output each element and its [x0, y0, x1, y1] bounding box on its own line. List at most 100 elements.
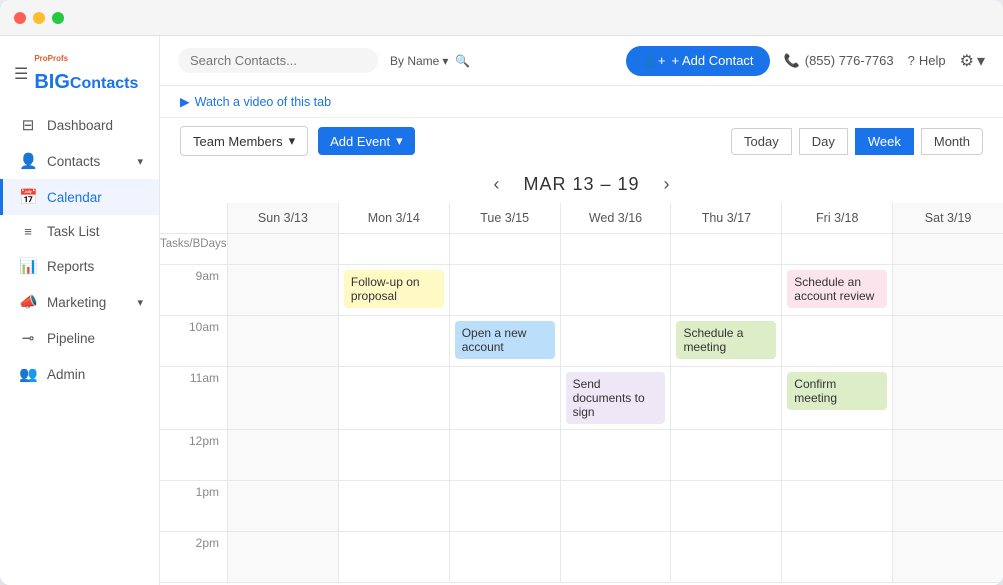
by-name-dropdown[interactable]: By Name ▾ 🔍 — [390, 54, 470, 68]
next-week-button[interactable]: › — [656, 172, 678, 197]
day-header-mon: Mon 3/14 — [339, 203, 450, 233]
search-container — [178, 48, 378, 73]
cell-mon-11am[interactable] — [339, 367, 450, 429]
cell-sun-1pm[interactable] — [228, 481, 339, 531]
cell-thu-9am[interactable] — [671, 265, 782, 315]
cell-sat-11am[interactable] — [893, 367, 1003, 429]
cell-thu-2pm[interactable] — [671, 532, 782, 582]
sidebar-item-marketing[interactable]: 📣 Marketing ▾ — [0, 284, 159, 320]
sidebar-item-reports[interactable]: 📊 Reports — [0, 248, 159, 284]
month-button[interactable]: Month — [921, 128, 983, 155]
cell-fri-12pm[interactable] — [782, 430, 893, 480]
time-label-9am: 9am — [160, 265, 228, 315]
phone-number: (855) 776-7763 — [805, 53, 894, 68]
cell-wed-12pm[interactable] — [561, 430, 672, 480]
cell-sat-1pm[interactable] — [893, 481, 1003, 531]
cell-fri-11am[interactable]: Confirm meeting — [782, 367, 893, 429]
day-header-fri: Fri 3/18 — [782, 203, 893, 233]
week-button[interactable]: Week — [855, 128, 914, 155]
sidebar-item-calendar[interactable]: 📅 Calendar — [0, 179, 159, 215]
cell-sun-2pm[interactable] — [228, 532, 339, 582]
phone-link[interactable]: 📞 (855) 776-7763 — [784, 53, 894, 69]
cell-sun-10am[interactable] — [228, 316, 339, 366]
time-label-12pm: 12pm — [160, 430, 228, 480]
event-send-docs[interactable]: Send documents to sign — [566, 372, 666, 424]
toolbar-left: Team Members ▾ Add Event ▾ — [180, 126, 415, 156]
cell-mon-2pm[interactable] — [339, 532, 450, 582]
cell-wed-10am[interactable] — [561, 316, 672, 366]
cell-tue-1pm[interactable] — [450, 481, 561, 531]
cell-sun-11am[interactable] — [228, 367, 339, 429]
cell-sun-9am[interactable] — [228, 265, 339, 315]
cell-fri-10am[interactable] — [782, 316, 893, 366]
help-button[interactable]: ? Help — [908, 53, 946, 68]
phone-icon: 📞 — [784, 53, 800, 69]
day-button[interactable]: Day — [799, 128, 848, 155]
add-contact-button[interactable]: 👤+ + Add Contact — [626, 46, 770, 76]
cell-fri-1pm[interactable] — [782, 481, 893, 531]
cell-mon-10am[interactable] — [339, 316, 450, 366]
cell-fri-9am[interactable]: Schedule an account review — [782, 265, 893, 315]
event-followup[interactable]: Follow-up on proposal — [344, 270, 444, 308]
by-name-label: By Name — [390, 54, 439, 68]
close-dot[interactable] — [14, 12, 26, 24]
sidebar-item-contacts[interactable]: 👤 Contacts ▾ — [0, 143, 159, 179]
gear-icon: ⚙ — [960, 51, 974, 71]
add-event-button[interactable]: Add Event ▾ — [318, 127, 415, 155]
time-label-10am: 10am — [160, 316, 228, 366]
sidebar-item-pipeline[interactable]: ⊸ Pipeline — [0, 320, 159, 356]
cell-tue-11am[interactable] — [450, 367, 561, 429]
week-title-row: ‹ MAR 13 – 19 › — [160, 164, 1003, 203]
cell-sun-12pm[interactable] — [228, 430, 339, 480]
event-open-account[interactable]: Open a new account — [455, 321, 555, 359]
cell-tue-12pm[interactable] — [450, 430, 561, 480]
day-header-tue: Tue 3/15 — [450, 203, 561, 233]
cell-tue-9am[interactable] — [450, 265, 561, 315]
dashboard-icon: ⊟ — [19, 116, 37, 134]
day-header-sat: Sat 3/19 — [893, 203, 1003, 233]
team-members-button[interactable]: Team Members ▾ — [180, 126, 308, 156]
cell-wed-1pm[interactable] — [561, 481, 672, 531]
event-account-review[interactable]: Schedule an account review — [787, 270, 887, 308]
cell-sat-10am[interactable] — [893, 316, 1003, 366]
cell-wed-9am[interactable] — [561, 265, 672, 315]
hamburger-icon[interactable]: ☰ — [14, 64, 28, 84]
cell-thu-1pm[interactable] — [671, 481, 782, 531]
contacts-icon: 👤 — [19, 152, 37, 170]
search-icon[interactable]: 🔍 — [455, 54, 470, 68]
search-input[interactable] — [190, 53, 340, 68]
tasks-sat — [893, 234, 1003, 264]
settings-button[interactable]: ⚙ ▾ — [960, 51, 985, 71]
sidebar-item-admin[interactable]: 👥 Admin — [0, 356, 159, 392]
sidebar-item-dashboard[interactable]: ⊟ Dashboard — [0, 107, 159, 143]
chevron-down-icon: ▾ — [137, 155, 143, 168]
watch-video-link[interactable]: ▶ Watch a video of this tab — [180, 94, 331, 109]
cell-thu-12pm[interactable] — [671, 430, 782, 480]
cell-mon-12pm[interactable] — [339, 430, 450, 480]
cell-thu-11am[interactable] — [671, 367, 782, 429]
cell-fri-2pm[interactable] — [782, 532, 893, 582]
cell-tue-2pm[interactable] — [450, 532, 561, 582]
time-label-11am: 11am — [160, 367, 228, 429]
cell-thu-10am[interactable]: Schedule a meeting — [671, 316, 782, 366]
cell-sat-2pm[interactable] — [893, 532, 1003, 582]
cell-wed-2pm[interactable] — [561, 532, 672, 582]
cell-mon-1pm[interactable] — [339, 481, 450, 531]
tasks-row: Tasks/BDays — [160, 234, 1003, 265]
sidebar-item-tasklist[interactable]: ≡ Task List — [0, 215, 159, 248]
cell-tue-10am[interactable]: Open a new account — [450, 316, 561, 366]
cell-sat-12pm[interactable] — [893, 430, 1003, 480]
maximize-dot[interactable] — [52, 12, 64, 24]
today-button[interactable]: Today — [731, 128, 792, 155]
chevron-down-icon: ▾ — [396, 133, 403, 149]
event-schedule-meeting[interactable]: Schedule a meeting — [676, 321, 776, 359]
prev-week-button[interactable]: ‹ — [485, 172, 507, 197]
cell-wed-11am[interactable]: Send documents to sign — [561, 367, 672, 429]
topbar: By Name ▾ 🔍 👤+ + Add Contact 📞 (855) 776… — [160, 36, 1003, 86]
chevron-down-icon: ▾ — [137, 296, 143, 309]
minimize-dot[interactable] — [33, 12, 45, 24]
cell-sat-9am[interactable] — [893, 265, 1003, 315]
event-confirm-meeting[interactable]: Confirm meeting — [787, 372, 887, 410]
cell-mon-9am[interactable]: Follow-up on proposal — [339, 265, 450, 315]
chevron-down-icon: ▾ — [442, 54, 448, 68]
